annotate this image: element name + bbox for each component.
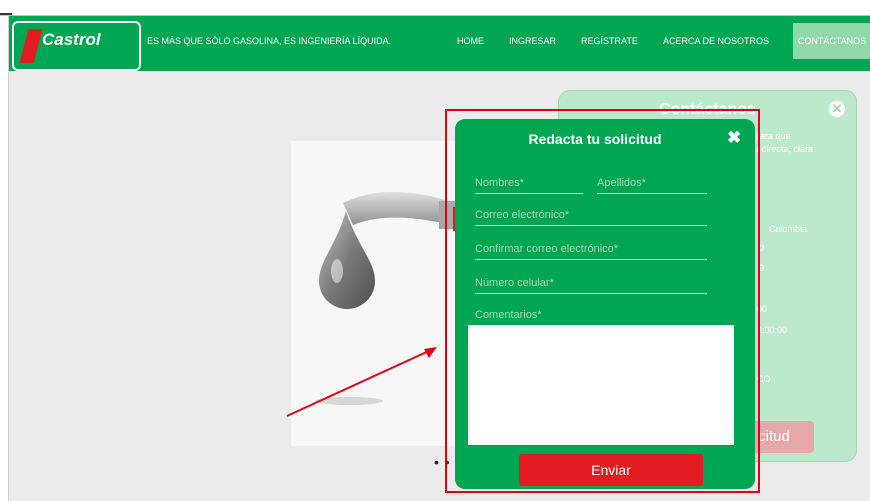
panel-text-fragment: Colombia xyxy=(769,224,808,234)
top-navigation: Castrol ES MÁS QUE SÓLO GASOLINA, ES ING… xyxy=(9,16,870,71)
contact-panel-close-icon[interactable]: ✕ xyxy=(829,101,845,117)
nav-login[interactable]: INGRESAR xyxy=(509,36,556,46)
nav-home[interactable]: HOME xyxy=(457,36,484,46)
window-top-bar xyxy=(0,0,870,16)
tagline: ES MÁS QUE SÓLO GASOLINA, ES INGENIERÍA … xyxy=(147,36,392,46)
logo-red-stripe xyxy=(19,29,43,63)
nav-register[interactable]: REGÍSTRATE xyxy=(581,36,638,46)
annotation-highlight-box xyxy=(445,109,760,493)
panel-text-fragment: 3:00:00 xyxy=(757,325,788,335)
castrol-logo[interactable]: Castrol xyxy=(12,21,141,71)
corner-mark xyxy=(0,13,12,15)
nav-about[interactable]: ACERCA DE NOSOTROS xyxy=(663,36,769,46)
annotation-arrow xyxy=(286,347,437,417)
nav-contact[interactable]: CONTÁCTANOS xyxy=(793,23,870,59)
page-viewport: Castrol ES MÁS QUE SÓLO GASOLINA, ES ING… xyxy=(8,16,870,501)
logo-text: Castrol xyxy=(42,30,101,49)
